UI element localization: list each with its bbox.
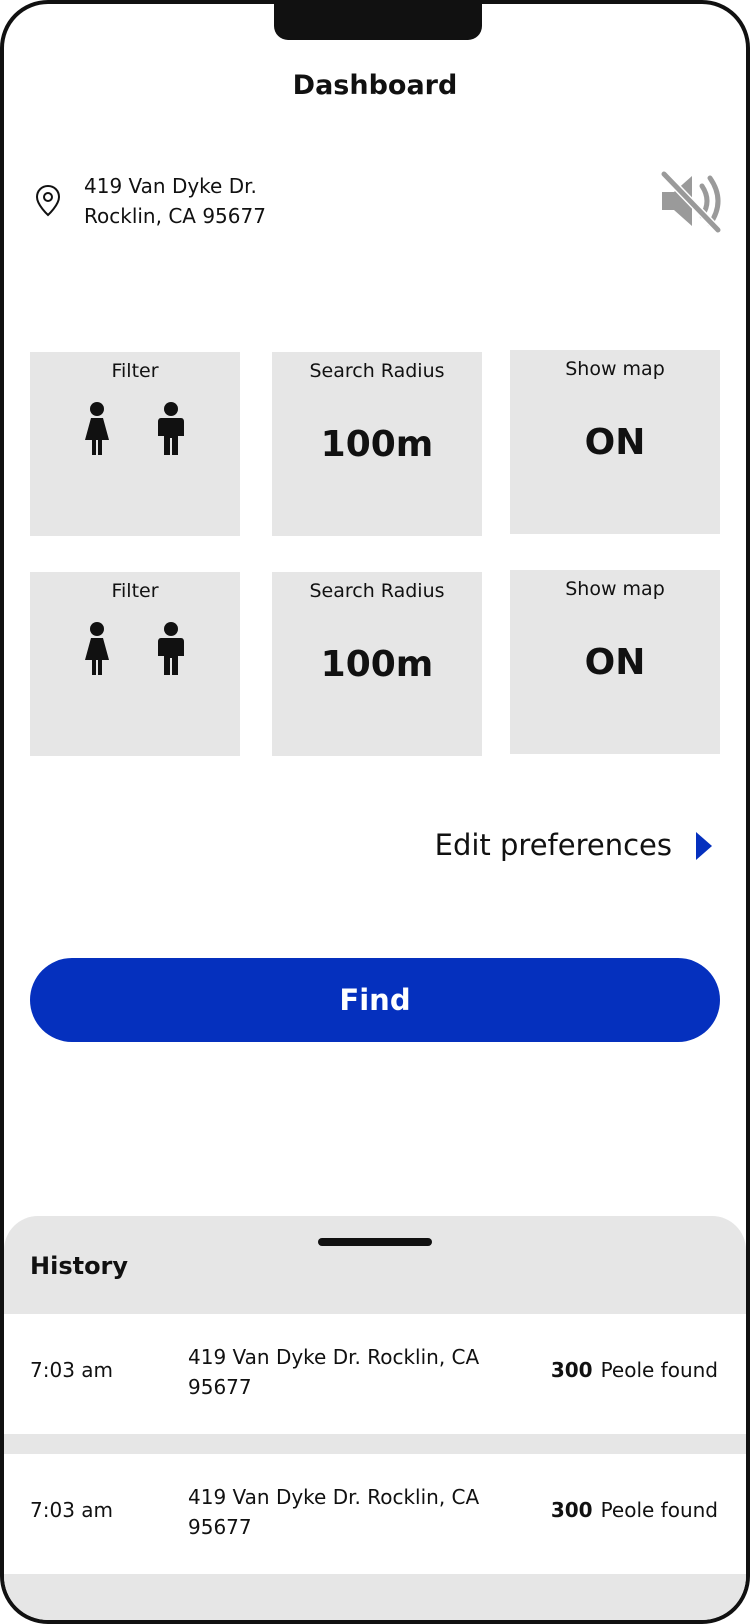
search-radius-value: 100m	[320, 424, 434, 465]
chevron-right-icon[interactable]	[694, 830, 714, 862]
sheet-drag-handle[interactable]	[318, 1238, 432, 1246]
card-label: Search Radius	[309, 360, 445, 382]
filter-card[interactable]: Filter	[30, 352, 240, 536]
show-map-value: ON	[584, 642, 646, 683]
history-title: History	[30, 1252, 129, 1280]
history-count-label: Peole found	[600, 1358, 718, 1382]
location-pin-icon	[35, 184, 61, 217]
history-count-number: 300	[550, 1358, 593, 1382]
card-label: Filter	[111, 580, 159, 602]
search-radius-card[interactable]: Search Radius 100m	[272, 352, 482, 536]
location-address-line1: 419 Van Dyke Dr.	[84, 174, 257, 198]
find-button[interactable]: Find	[30, 958, 720, 1042]
history-row[interactable]: 7:03 am 419 Van Dyke Dr. Rocklin, CA 956…	[4, 1314, 746, 1434]
page-title: Dashboard	[292, 70, 458, 101]
device-notch	[274, 4, 482, 40]
history-address: 419 Van Dyke Dr. Rocklin, CA 95677	[188, 1345, 480, 1399]
history-time: 7:03 am	[30, 1498, 114, 1522]
female-icon	[85, 402, 109, 455]
history-count-label: Peole found	[600, 1498, 718, 1522]
card-label: Show map	[565, 358, 665, 380]
history-count-number: 300	[550, 1498, 593, 1522]
history-row[interactable]: 7:03 am 419 Van Dyke Dr. Rocklin, CA 956…	[4, 1454, 746, 1574]
card-label: Search Radius	[309, 580, 445, 602]
location-address-line2: Rocklin, CA 95677	[84, 204, 266, 228]
gender-filter-icons	[30, 402, 240, 462]
show-map-value: ON	[584, 422, 646, 463]
female-icon	[85, 622, 109, 675]
history-address: 419 Van Dyke Dr. Rocklin, CA 95677	[188, 1485, 480, 1539]
show-map-card[interactable]: Show map ON	[510, 570, 720, 754]
card-label: Filter	[111, 360, 159, 382]
phone-frame: Dashboard 419 Van Dyke Dr. Rocklin, CA 9…	[0, 0, 750, 1624]
filter-card[interactable]: Filter	[30, 572, 240, 756]
search-radius-card[interactable]: Search Radius 100m	[272, 572, 482, 756]
show-map-card[interactable]: Show map ON	[510, 350, 720, 534]
male-icon	[158, 622, 184, 675]
search-radius-value: 100m	[320, 644, 434, 685]
edit-preferences-link[interactable]: Edit preferences	[435, 828, 672, 862]
history-time: 7:03 am	[30, 1358, 114, 1382]
male-icon	[158, 402, 184, 455]
gender-filter-icons	[30, 622, 240, 682]
history-sheet: History 7:03 am 419 Van Dyke Dr. Rocklin…	[4, 1216, 746, 1620]
history-count: 300 Peole found	[551, 1498, 718, 1522]
speaker-muted-icon[interactable]	[656, 168, 728, 234]
card-label: Show map	[565, 578, 665, 600]
history-count: 300 Peole found	[551, 1358, 718, 1382]
